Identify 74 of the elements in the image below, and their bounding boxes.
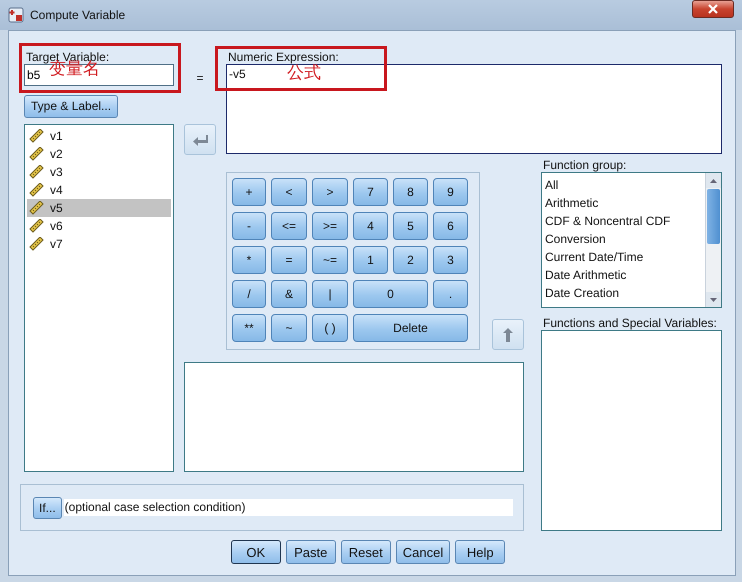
keypad-key[interactable]: 8 xyxy=(393,178,428,206)
expression-text: -v5 xyxy=(229,67,246,81)
keypad-key[interactable]: 7 xyxy=(353,178,388,206)
function-group-item[interactable]: Current Date/Time xyxy=(545,248,702,266)
function-group-item[interactable]: All xyxy=(545,176,702,194)
ruler-icon xyxy=(29,165,45,179)
keypad-key[interactable]: ~= xyxy=(312,246,348,274)
ruler-icon xyxy=(29,237,45,251)
keypad-key[interactable]: < xyxy=(271,178,307,206)
variable-item[interactable]: v7 xyxy=(27,235,171,253)
keypad-key[interactable]: ** xyxy=(232,314,266,342)
function-group-item[interactable]: Conversion xyxy=(545,230,702,248)
keypad-key[interactable]: <= xyxy=(271,212,307,240)
variable-item[interactable]: v5 xyxy=(27,199,171,217)
move-function-button[interactable] xyxy=(492,319,524,350)
keypad-key[interactable]: . xyxy=(433,280,468,308)
ruler-icon xyxy=(29,183,45,197)
dialog-button[interactable]: Paste xyxy=(286,540,336,564)
keypad-key[interactable]: Delete xyxy=(353,314,468,342)
variable-item[interactable]: v3 xyxy=(27,163,171,181)
keypad-key[interactable]: / xyxy=(232,280,266,308)
close-icon xyxy=(708,4,718,14)
function-group-item[interactable]: CDF & Noncentral CDF xyxy=(545,212,702,230)
numeric-expression-label: Numeric Expression: xyxy=(227,50,340,64)
dialog-button[interactable]: Help xyxy=(455,540,506,564)
keypad-key[interactable]: ( ) xyxy=(312,314,348,342)
keypad-key[interactable]: 9 xyxy=(433,178,468,206)
case-condition-text: (optional case selection condition) xyxy=(64,499,513,516)
scroll-up-icon[interactable] xyxy=(710,178,717,182)
annotation-text: 变量名 xyxy=(49,61,100,78)
arrow-left-icon xyxy=(192,132,208,146)
keypad-key[interactable]: 4 xyxy=(353,212,388,240)
function-group-label: Function group: xyxy=(542,158,628,172)
function-group-item[interactable]: Arithmetic xyxy=(545,194,702,212)
arrow-up-icon xyxy=(501,326,515,342)
keypad-key[interactable]: >= xyxy=(312,212,348,240)
keypad-key[interactable]: 0 xyxy=(353,280,428,308)
function-group-item[interactable]: Date Creation xyxy=(545,284,702,302)
annotation-text: 公式 xyxy=(287,65,321,82)
keypad-key[interactable]: 2 xyxy=(393,246,428,274)
move-variable-button[interactable] xyxy=(184,124,216,155)
type-label-button[interactable]: Type & Label... xyxy=(24,94,118,118)
functions-label: Functions and Special Variables: xyxy=(542,316,718,330)
close-button[interactable] xyxy=(692,0,734,18)
dialog-button[interactable]: Cancel xyxy=(396,540,450,564)
keypad-key[interactable]: > xyxy=(312,178,348,206)
scroll-down-icon[interactable] xyxy=(710,298,717,302)
ruler-icon xyxy=(29,129,45,143)
keypad-key[interactable]: = xyxy=(271,246,307,274)
dialog-button[interactable]: OK xyxy=(230,540,281,564)
keypad-key[interactable]: ~ xyxy=(271,314,307,342)
keypad-key[interactable]: - xyxy=(232,212,266,240)
variable-item[interactable]: v4 xyxy=(27,181,171,199)
keypad-key[interactable]: | xyxy=(312,280,348,308)
ruler-icon xyxy=(29,219,45,233)
keypad-key[interactable]: + xyxy=(232,178,266,206)
if-button[interactable]: If... xyxy=(33,496,62,518)
scroll-bar[interactable] xyxy=(705,173,721,307)
keypad-key[interactable]: 6 xyxy=(433,212,468,240)
keypad-key[interactable]: 3 xyxy=(433,246,468,274)
variable-item[interactable]: v2 xyxy=(27,145,171,163)
keypad-key[interactable]: * xyxy=(232,246,266,274)
variable-item[interactable]: v6 xyxy=(27,217,171,235)
keypad-key[interactable]: 1 xyxy=(353,246,388,274)
keypad-key[interactable]: & xyxy=(271,280,307,308)
ruler-icon xyxy=(29,147,45,161)
variable-item[interactable]: v1 xyxy=(27,127,171,145)
ruler-icon xyxy=(29,201,45,215)
function-group-item[interactable]: Date Arithmetic xyxy=(545,266,702,284)
keypad-key[interactable]: 5 xyxy=(393,212,428,240)
window-title: Compute Variable xyxy=(30,8,126,22)
calculator-icon xyxy=(8,7,24,23)
dialog-button[interactable]: Reset xyxy=(340,540,391,564)
equals-sign: = xyxy=(195,70,204,85)
